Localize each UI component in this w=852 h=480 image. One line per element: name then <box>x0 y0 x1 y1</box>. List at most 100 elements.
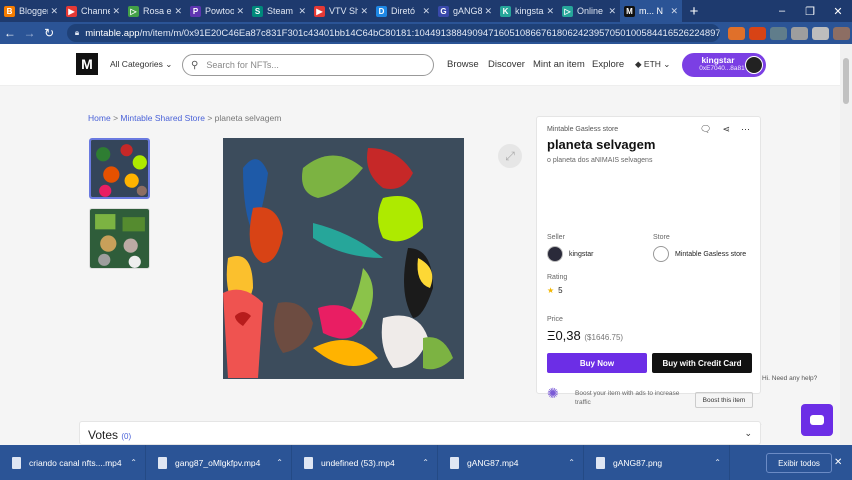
breadcrumb-store[interactable]: Mintable Shared Store <box>120 113 205 123</box>
report-icon[interactable]: 🗨︎ <box>700 124 711 135</box>
menu-explore[interactable]: Explore <box>592 59 624 70</box>
browser-tab[interactable]: ▶ Channel✕ <box>62 0 124 22</box>
expand-icon[interactable]: ⤢ <box>498 144 522 168</box>
browser-tab[interactable]: Kkingsta ✕ <box>496 0 558 22</box>
menu-discover[interactable]: Discover <box>488 59 525 70</box>
extension-icon[interactable] <box>770 26 788 40</box>
file-icon <box>596 456 605 469</box>
extension-icon[interactable] <box>791 26 809 40</box>
download-item[interactable]: gANG87.mp4 ⌃ <box>438 445 584 480</box>
seller-avatar <box>547 246 563 262</box>
extension-icon[interactable] <box>728 26 746 40</box>
web-page: M All Categories ⌄ ⚲ Search for NFTs... … <box>0 44 840 445</box>
seller-link[interactable]: kingstar <box>547 246 594 262</box>
tab-label: kingsta <box>515 6 544 16</box>
close-tab-icon[interactable]: ✕ <box>50 6 58 17</box>
download-filename: undefined (53).mp4 <box>321 457 395 468</box>
close-tab-icon[interactable]: ✕ <box>236 6 244 17</box>
votes-section[interactable]: Votes (0) ⌄ <box>79 421 761 445</box>
nft-main-image <box>223 138 464 379</box>
menu-browse[interactable]: Browse <box>447 59 479 70</box>
new-tab-button[interactable]: + <box>682 3 706 20</box>
browser-tab[interactable]: ▶ VTV Sh ✕ <box>310 0 372 22</box>
browser-tab[interactable]: ▷ Online ✕ <box>558 0 620 22</box>
price-label: Price <box>547 316 563 323</box>
close-tab-icon[interactable]: ✕ <box>174 6 182 17</box>
chevron-up-icon[interactable]: ⌃ <box>130 458 137 467</box>
chevron-up-icon[interactable]: ⌃ <box>714 458 721 467</box>
close-tab-icon[interactable]: ✕ <box>546 6 554 17</box>
show-all-downloads-button[interactable]: Exibir todos <box>766 453 832 473</box>
boost-info: ✺ Boost your item with ads to increase t… <box>547 386 687 407</box>
extension-icon[interactable] <box>833 26 851 40</box>
item-details-card: Mintable Gasless store 🗨︎ ⋖ ⋯ planeta se… <box>536 116 762 439</box>
store-name: Mintable Gasless store <box>675 250 747 258</box>
close-tab-icon[interactable]: ✕ <box>422 6 430 17</box>
close-tab-icon[interactable]: ✕ <box>298 6 306 17</box>
extension-icon[interactable] <box>749 26 767 40</box>
url-field[interactable]: 🔒︎ mintable.app /m/item/m/0x91E20C46Ea87… <box>66 24 721 42</box>
chevron-up-icon[interactable]: ⌃ <box>276 458 283 467</box>
network-selector[interactable]: ◆ ETH ⌄ <box>635 59 670 70</box>
more-options-icon[interactable]: ⋯ <box>741 124 750 135</box>
minimize-icon[interactable]: – <box>768 5 796 17</box>
close-tab-icon[interactable]: ✕ <box>112 6 120 17</box>
wallet-button[interactable]: kingstar 0xE7040...8a81 <box>682 53 766 77</box>
chevron-up-icon[interactable]: ⌃ <box>422 458 429 467</box>
seller-label: Seller <box>547 234 565 241</box>
browser-tab[interactable]: B Blogger ✕ <box>0 0 62 22</box>
download-item[interactable]: gang87_oMlgkfpv.mp4 ⌃ <box>146 445 292 480</box>
chevron-down-icon[interactable]: ⌄ <box>744 428 752 439</box>
browser-tab[interactable]: GgANG8 ✕ <box>434 0 496 22</box>
buy-credit-card-button[interactable]: Buy with Credit Card <box>652 353 752 373</box>
browser-tab[interactable]: D Diretó ✕ <box>372 0 434 22</box>
store-label: Mintable Gasless store <box>547 126 619 133</box>
scrollbar-thumb[interactable] <box>843 58 849 104</box>
site-header: M All Categories ⌄ ⚲ Search for NFTs... … <box>0 44 840 86</box>
wallet-address: 0xE7040...8a81 <box>699 65 745 72</box>
tab-favicon-icon: B <box>4 5 15 17</box>
reload-icon[interactable]: ↻ <box>39 26 59 40</box>
restore-icon[interactable]: ❐ <box>796 5 824 18</box>
page-scrollbar[interactable] <box>840 44 852 445</box>
tab-favicon-icon: ▷ <box>562 5 573 17</box>
close-window-icon[interactable]: ✕ <box>824 5 852 18</box>
extension-icon[interactable] <box>812 26 830 40</box>
store-heading: Store <box>653 234 670 241</box>
item-description: o planeta dos aNIMAIS selvagens <box>547 157 653 164</box>
browser-tab[interactable]: ▷ Rosa e ✕ <box>124 0 186 22</box>
search-input[interactable]: ⚲ Search for NFTs... <box>182 54 434 76</box>
item-title: planeta selvagem <box>547 137 656 152</box>
close-tab-icon[interactable]: ✕ <box>484 6 492 17</box>
browser-tab[interactable]: S Steam ✕ <box>248 0 310 22</box>
chevron-up-icon[interactable]: ⌃ <box>568 458 575 467</box>
download-item[interactable]: undefined (53).mp4 ⌃ <box>292 445 438 480</box>
tab-favicon-icon: M <box>624 5 635 17</box>
browser-tab[interactable]: P Powtoon✕ <box>186 0 248 22</box>
buy-now-button[interactable]: Buy Now <box>547 353 647 373</box>
boost-item-button[interactable]: Boost this item <box>695 392 753 408</box>
store-link[interactable]: Mintable Gasless store <box>653 246 746 262</box>
close-tab-icon[interactable]: ✕ <box>670 6 678 17</box>
close-tab-icon[interactable]: ✕ <box>608 6 616 17</box>
share-icon[interactable]: ⋖ <box>722 124 730 135</box>
browser-tab[interactable]: Mm... N ✕ <box>620 0 682 22</box>
wallet-name: kingstar <box>701 55 735 65</box>
store-avatar <box>653 246 669 262</box>
breadcrumb-home[interactable]: Home <box>88 113 111 123</box>
forward-icon[interactable]: → <box>20 26 40 40</box>
download-item[interactable]: gANG87.png ⌃ <box>584 445 730 480</box>
thumbnail-1[interactable] <box>89 138 150 199</box>
thumbnail-2[interactable] <box>89 208 150 269</box>
breadcrumb-current: planeta selvagem <box>214 113 282 123</box>
close-icon[interactable]: ✕ <box>834 457 842 468</box>
close-tab-icon[interactable]: ✕ <box>360 6 368 17</box>
mintable-logo[interactable]: M <box>76 53 98 75</box>
chevron-down-icon: ⌄ <box>165 59 173 69</box>
back-icon[interactable]: ← <box>0 26 20 40</box>
download-item[interactable]: criando canal nfts....mp4 ⌃ <box>0 445 146 480</box>
categories-dropdown[interactable]: All Categories ⌄ <box>110 59 172 70</box>
tab-favicon-icon: ▶ <box>314 5 325 17</box>
menu-mint[interactable]: Mint an item <box>533 59 585 70</box>
chat-button[interactable] <box>801 404 833 436</box>
